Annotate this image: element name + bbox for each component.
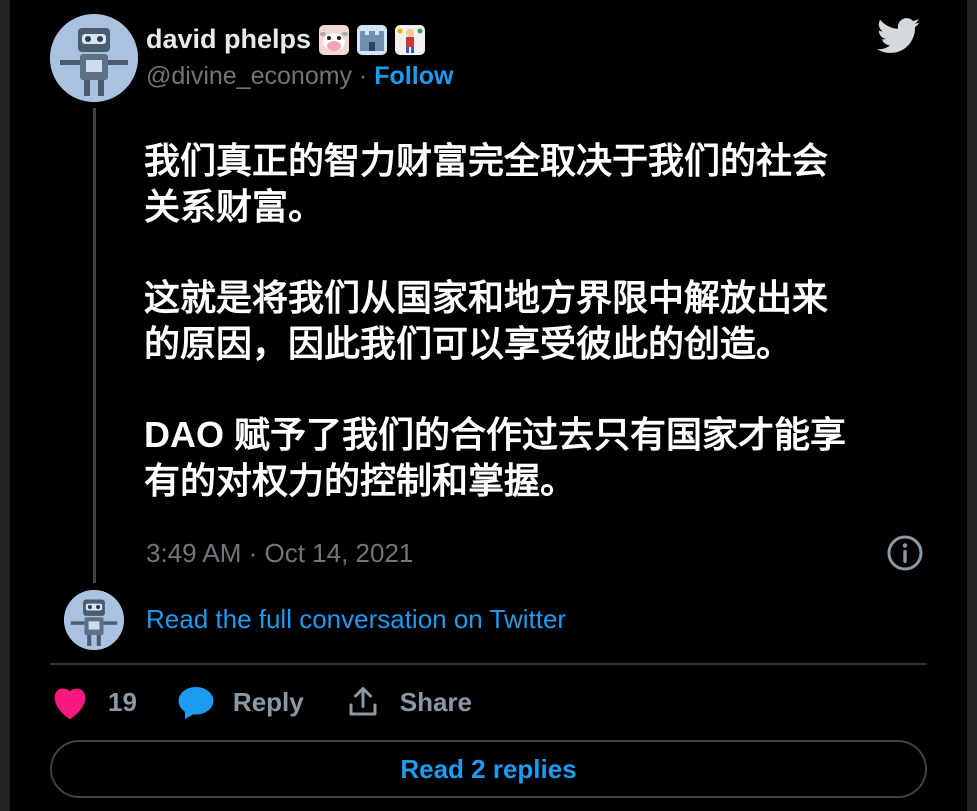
tweet-actions: 19 Reply Share (50, 680, 512, 724)
tweet-paragraph-3: DAO 赋予了我们的合作过去只有国家才能享 有的对权力的控制和掌握。 (144, 414, 847, 501)
tweet-embed-card: david phelps @divine_economy · Follow 我们… (0, 0, 977, 811)
author-handle-row: @divine_economy · Follow (146, 62, 453, 91)
thread-line (93, 108, 96, 583)
twitter-bird-icon[interactable] (877, 18, 921, 54)
author-avatar[interactable] (50, 14, 138, 102)
author-handle[interactable]: @divine_economy (146, 62, 352, 90)
cow-face-icon (319, 24, 350, 55)
divider (50, 663, 927, 665)
robot-avatar-icon (64, 590, 124, 650)
juggler-icon (395, 24, 426, 55)
robot-avatar-icon (50, 14, 138, 102)
tweet-timestamp[interactable]: 3:49 AM · Oct 14, 2021 (146, 538, 413, 569)
tweet-text: 我们真正的智力财富完全取决于我们的社会 关系财富。 这就是将我们从国家和地方界限… (144, 138, 904, 549)
like-count: 19 (108, 686, 137, 717)
tweet-paragraph-1: 我们真正的智力财富完全取决于我们的社会 关系财富。 (144, 140, 829, 227)
card-border-right (967, 0, 977, 811)
share-icon (349, 687, 377, 716)
info-icon[interactable] (886, 534, 924, 572)
conversation-avatar[interactable] (64, 590, 124, 650)
reply-button[interactable]: Reply (177, 684, 304, 720)
castle-icon (357, 24, 388, 55)
reply-label: Reply (232, 686, 304, 717)
handle-separator: · (352, 62, 375, 90)
read-full-conversation-link[interactable]: Read the full conversation on Twitter (146, 604, 566, 635)
read-replies-button[interactable]: Read 2 replies (50, 740, 927, 798)
heart-icon (54, 688, 86, 720)
tweet-paragraph-2: 这就是将我们从国家和地方界限中解放出来 的原因，因此我们可以享受彼此的创造。 (144, 277, 829, 364)
author-name-row[interactable]: david phelps (146, 24, 426, 55)
author-name[interactable]: david phelps (146, 24, 311, 55)
read-replies-label: Read 2 replies (400, 753, 577, 784)
share-label: Share (399, 686, 472, 717)
card-border-left (0, 0, 10, 811)
share-button[interactable]: Share (344, 684, 472, 720)
follow-button[interactable]: Follow (374, 62, 453, 90)
like-button[interactable]: 19 (50, 684, 137, 720)
reply-bubble-icon (178, 686, 214, 720)
